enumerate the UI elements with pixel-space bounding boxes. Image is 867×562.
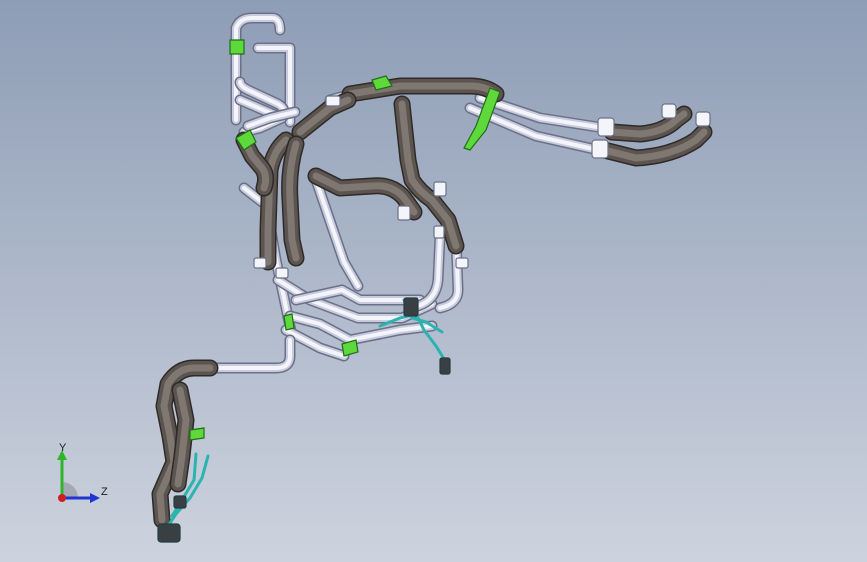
- white-pipe-outline: [204, 334, 296, 374]
- pipe-clamp[interactable]: [661, 103, 677, 119]
- cable-connector[interactable]: [157, 523, 181, 543]
- pipe-clamp[interactable]: [253, 257, 267, 269]
- pipe-clamp[interactable]: [591, 139, 609, 159]
- graphics-viewport[interactable]: Y Z: [0, 0, 867, 562]
- cable-connector[interactable]: [403, 297, 419, 317]
- pipe-clamp[interactable]: [695, 111, 711, 127]
- pipe-clamp[interactable]: [325, 95, 341, 107]
- pipe-assembly-model[interactable]: [0, 0, 867, 562]
- green-bracket[interactable]: [229, 39, 245, 55]
- teal-cable[interactable]: [378, 312, 450, 374]
- pipe-clamp[interactable]: [433, 225, 445, 239]
- triad-axes: [57, 450, 100, 503]
- orientation-triad: Y Z: [44, 438, 124, 510]
- z-axis-arrow: [90, 493, 100, 503]
- cable-connector[interactable]: [439, 357, 451, 375]
- cable-connector[interactable]: [173, 495, 187, 509]
- pipe-clamp[interactable]: [275, 267, 289, 279]
- pipe-clamp[interactable]: [433, 181, 447, 197]
- y-axis-label: Y: [59, 442, 67, 454]
- pipe-clamp[interactable]: [597, 117, 615, 137]
- green-bracket[interactable]: [189, 427, 205, 441]
- green-bracket[interactable]: [283, 313, 295, 331]
- x-axis-origin: [58, 494, 66, 502]
- pipe-clamp[interactable]: [455, 257, 469, 269]
- pipe-clamp[interactable]: [397, 205, 411, 221]
- z-axis-label: Z: [101, 486, 108, 498]
